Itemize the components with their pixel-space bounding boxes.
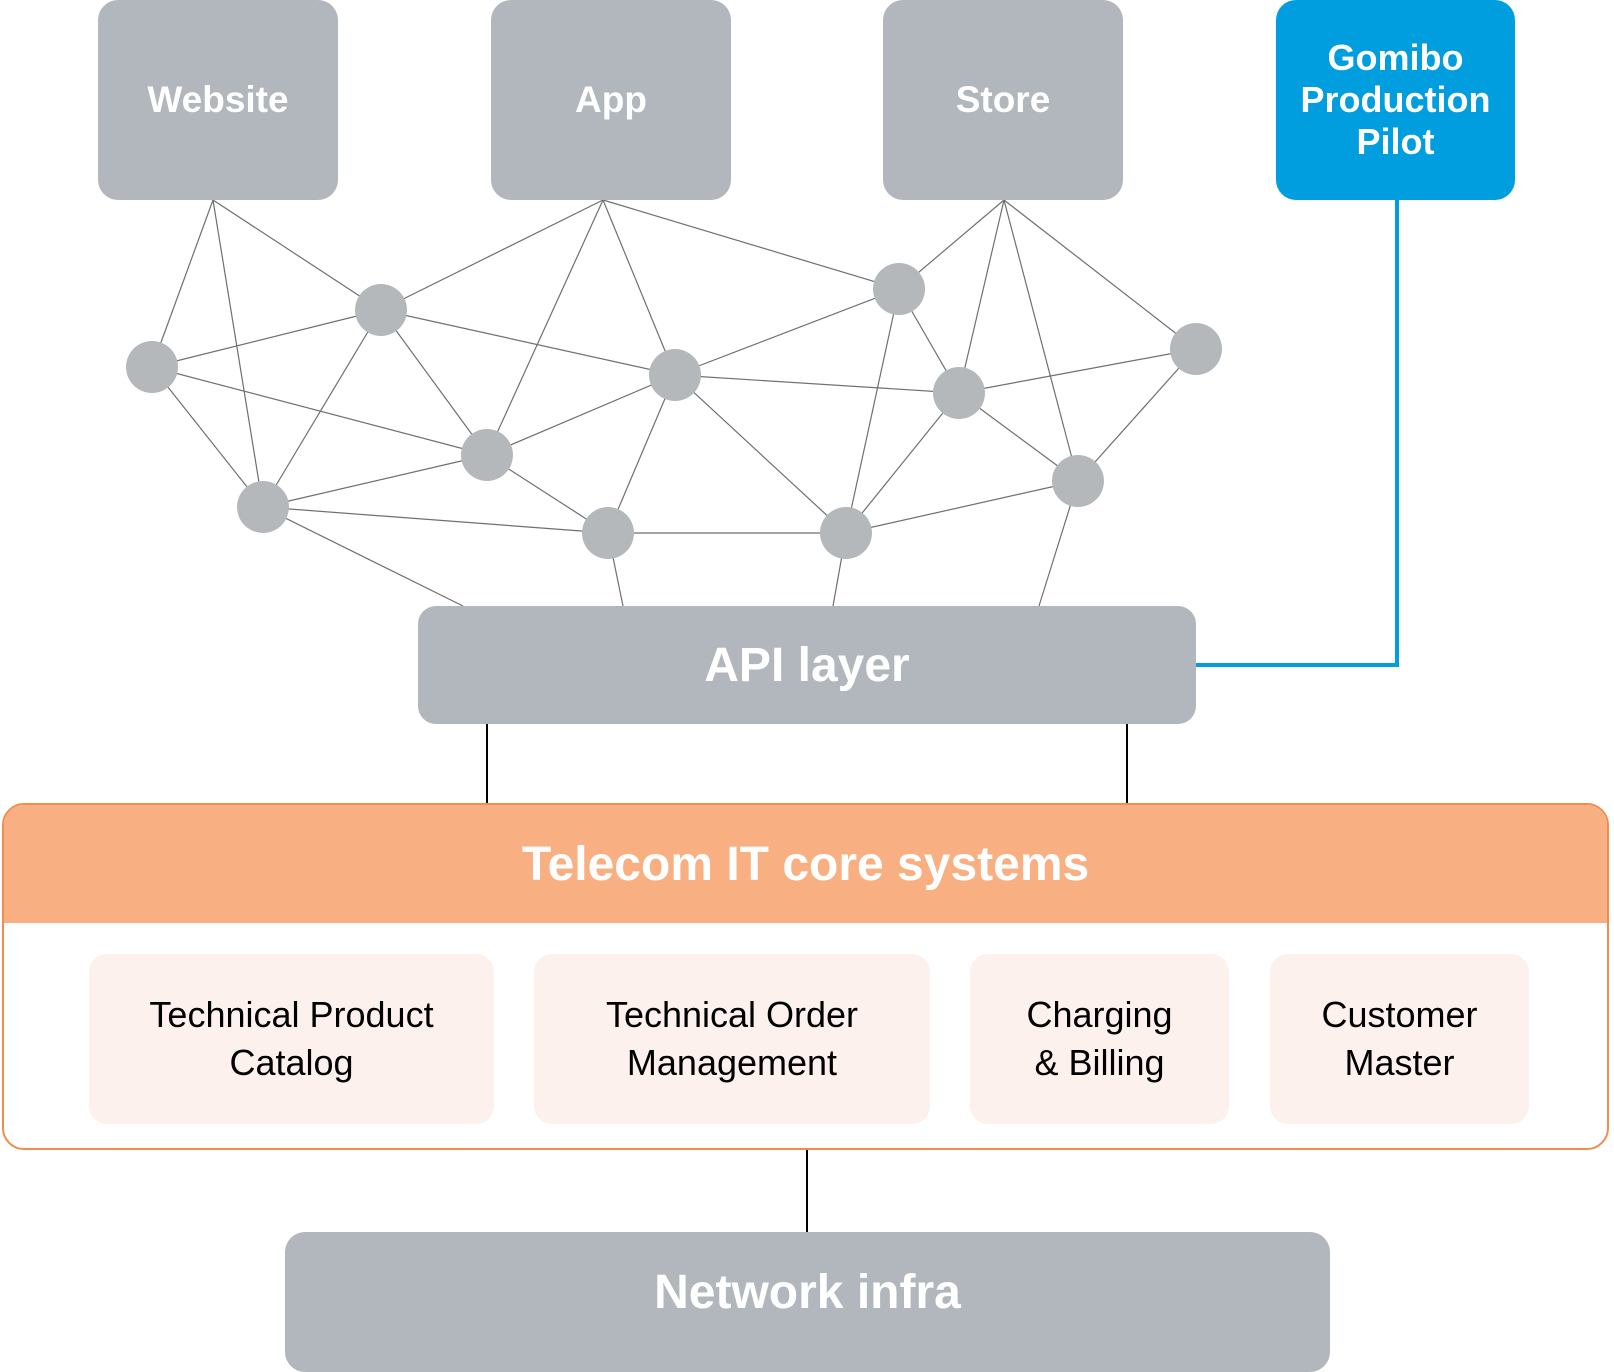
channel-app-label: App bbox=[575, 79, 647, 120]
channel-app-box: App bbox=[491, 0, 731, 200]
mesh-edge-app-n4 bbox=[486, 199, 604, 456]
mesh-edge-website-n1 bbox=[151, 199, 214, 368]
mesh-node-1 bbox=[126, 341, 178, 393]
system-card-customer-master: Customer Master bbox=[1270, 954, 1529, 1124]
network-infra-label: Network infra bbox=[654, 1265, 961, 1319]
mesh-edge-n2-n3 bbox=[262, 309, 382, 508]
mesh-edge-website-n3 bbox=[212, 199, 264, 508]
mesh-nodes bbox=[126, 263, 1222, 559]
mesh-node-3 bbox=[237, 481, 289, 533]
channel-store-box: Store bbox=[883, 0, 1123, 200]
system-card-label: Customer Master bbox=[1321, 994, 1478, 1083]
mesh-edge-n8-n9 bbox=[958, 348, 1197, 394]
mesh-connections bbox=[151, 199, 1197, 607]
mesh-edge-n5-n8 bbox=[674, 374, 960, 394]
mesh-edge-app-n7 bbox=[602, 199, 900, 290]
mesh-node-11 bbox=[820, 507, 872, 559]
mesh-edge-n5-n11 bbox=[674, 374, 847, 534]
mesh-edge-n2-n4 bbox=[380, 309, 488, 456]
mesh-edge-n10-n11 bbox=[845, 480, 1079, 534]
mesh-node-9 bbox=[1170, 323, 1222, 375]
system-card-label: Technical Order Management bbox=[605, 994, 859, 1083]
mesh-edge-n1-n3 bbox=[151, 366, 264, 508]
gomibo-pilot-box: Gomibo Production Pilot bbox=[1276, 0, 1515, 200]
channel-store-label: Store bbox=[955, 79, 1051, 120]
telecom-core-systems-panel: Telecom IT core systems Technical Produc… bbox=[2, 803, 1609, 1150]
core-systems-header: Telecom IT core systems bbox=[4, 805, 1607, 923]
system-card-technical-product-catalog: Technical Product Catalog bbox=[89, 954, 494, 1124]
mesh-node-6 bbox=[582, 507, 634, 559]
system-card-label: Charging & Billing bbox=[1026, 994, 1173, 1083]
mesh-edge-n3-api bbox=[262, 506, 464, 607]
mesh-edge-store-n9 bbox=[1003, 199, 1197, 350]
mesh-edge-n1-n2 bbox=[151, 309, 382, 368]
mesh-edge-app-n2 bbox=[380, 199, 604, 311]
mesh-edge-n9-n10 bbox=[1077, 348, 1197, 482]
mesh-edge-n3-n4 bbox=[262, 454, 488, 508]
gomibo-pilot-label: Gomibo Production Pilot bbox=[1300, 37, 1491, 162]
mesh-node-10 bbox=[1052, 455, 1104, 507]
mesh-edge-n5-n7 bbox=[674, 288, 900, 376]
system-card-technical-order-management: Technical Order Management bbox=[534, 954, 930, 1124]
system-card-label: Technical Product Catalog bbox=[149, 994, 434, 1083]
mesh-node-8 bbox=[933, 367, 985, 419]
mesh-edge-app-n5 bbox=[602, 199, 676, 376]
mesh-edge-n1-n4 bbox=[151, 366, 488, 456]
network-infra-box: Network infra bbox=[285, 1232, 1330, 1372]
api-layer-box: API layer bbox=[418, 606, 1196, 724]
system-card-charging-billing: Charging & Billing bbox=[970, 954, 1229, 1124]
mesh-node-5 bbox=[649, 349, 701, 401]
core-systems-title: Telecom IT core systems bbox=[521, 837, 1090, 891]
pilot-api-connector bbox=[1196, 200, 1399, 667]
mesh-edge-website-n2 bbox=[212, 199, 382, 311]
mesh-edge-n3-n6 bbox=[262, 506, 609, 534]
mesh-node-2 bbox=[355, 284, 407, 336]
mesh-edge-store-n10 bbox=[1003, 199, 1079, 482]
channel-website-label: Website bbox=[147, 79, 289, 120]
mesh-edge-store-n8 bbox=[958, 199, 1005, 394]
mesh-node-4 bbox=[461, 429, 513, 481]
mesh-edge-n7-n11 bbox=[845, 288, 900, 534]
api-layer-label: API layer bbox=[704, 638, 910, 692]
mesh-node-7 bbox=[873, 263, 925, 315]
channel-website-box: Website bbox=[98, 0, 338, 200]
